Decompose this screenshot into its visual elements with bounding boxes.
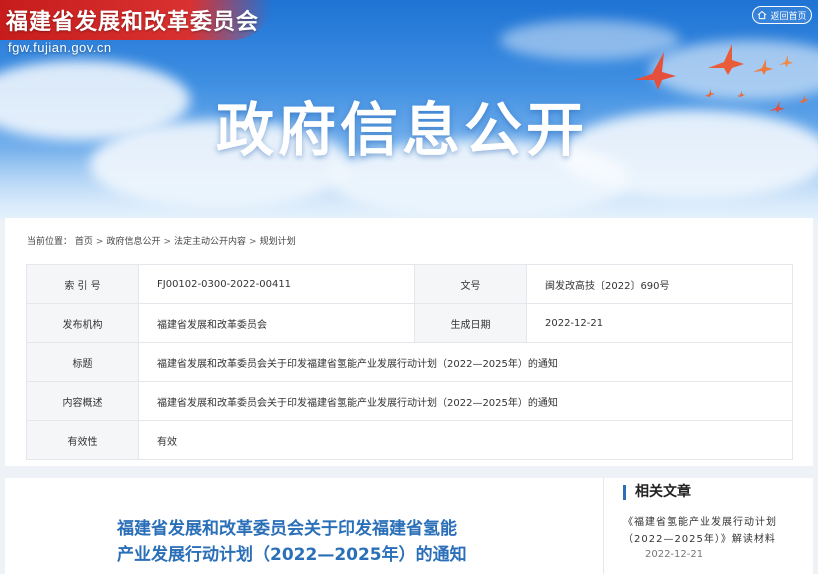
- index-value: FJ00102-0300-2022-00411: [138, 264, 415, 304]
- date-label: 生成日期: [414, 303, 527, 343]
- bird-icon: [779, 55, 793, 67]
- summary-label: 内容概述: [26, 381, 139, 421]
- doc-number-label: 文号: [414, 264, 527, 304]
- bird-icon: [708, 44, 744, 75]
- bird-icon: [634, 52, 676, 90]
- site-name: 福建省发展和改革委员会: [6, 9, 260, 35]
- site-domain: fgw.fujian.gov.cn: [8, 40, 112, 55]
- breadcrumb-label: 当前位置：: [27, 237, 73, 247]
- breadcrumb-separator: >: [249, 237, 257, 247]
- header-banner: 福建省发展和改革委员会 fgw.fujian.gov.cn 返回首页 政府信息公…: [0, 0, 818, 220]
- title-value: 福建省发展和改革委员会关于印发福建省氢能产业发展行动计划（2022—2025年）…: [138, 342, 793, 382]
- publisher-label: 发布机构: [26, 303, 139, 343]
- metadata-table: 索 引 号 FJ00102-0300-2022-00411 文号 闽发改高技〔2…: [26, 264, 793, 460]
- table-row: 有效性 有效: [26, 420, 793, 460]
- publisher-value: 福建省发展和改革委员会: [138, 303, 415, 343]
- title-label: 标题: [26, 342, 139, 382]
- table-row: 内容概述 福建省发展和改革委员会关于印发福建省氢能产业发展行动计划（2022—2…: [26, 381, 793, 421]
- bird-icon: [799, 95, 809, 103]
- date-value: 2022-12-21: [526, 303, 793, 343]
- table-row: 发布机构 福建省发展和改革委员会 生成日期 2022-12-21: [26, 303, 793, 343]
- summary-value: 福建省发展和改革委员会关于印发福建省氢能产业发展行动计划（2022—2025年）…: [138, 381, 793, 421]
- article-title-line: 福建省发展和改革委员会关于印发福建省氢能: [117, 519, 457, 539]
- bird-icon: [705, 89, 715, 97]
- validity-label: 有效性: [26, 420, 139, 460]
- site-logo[interactable]: 福建省发展和改革委员会 fgw.fujian.gov.cn: [0, 0, 276, 56]
- related-articles-heading: 相关文章: [623, 485, 691, 500]
- breadcrumb: 当前位置： 首页 > 政府信息公开 > 法定主动公开内容 > 规划计划: [27, 234, 296, 247]
- index-label: 索 引 号: [26, 264, 139, 304]
- breadcrumb-item-home[interactable]: 首页: [75, 237, 93, 247]
- validity-value: 有效: [138, 420, 793, 460]
- home-icon: [758, 10, 767, 20]
- info-card: 当前位置： 首页 > 政府信息公开 > 法定主动公开内容 > 规划计划 索 引 号 FJ00…: [5, 218, 813, 466]
- breadcrumb-item-public-info[interactable]: 政府信息公开: [106, 237, 160, 247]
- related-article-date: 2022-12-21: [645, 549, 704, 560]
- table-row: 索 引 号 FJ00102-0300-2022-00411 文号 闽发改高技〔2…: [26, 264, 793, 304]
- section-title: 政府信息公开: [216, 96, 589, 164]
- breadcrumb-item-planning[interactable]: 规划计划: [260, 237, 296, 247]
- article-title-line: 产业发展行动计划（2022—2025年）的通知: [117, 545, 467, 565]
- bird-icon: [769, 101, 785, 113]
- article-area: 福建省发展和改革委员会关于印发福建省氢能 产业发展行动计划（2022—2025年…: [5, 466, 813, 574]
- doc-number-value: 闽发改高技〔2022〕690号: [526, 264, 793, 304]
- related-article-link[interactable]: 《福建省氢能产业发展行动计划（2022—2025年）》解读材料: [623, 514, 803, 548]
- bird-icon: [753, 59, 773, 75]
- bird-icon: [737, 91, 745, 97]
- home-link-label: 返回首页: [770, 11, 807, 22]
- breadcrumb-separator: >: [95, 237, 104, 247]
- breadcrumb-item-statutory-content[interactable]: 法定主动公开内容: [174, 237, 246, 247]
- column-divider: [603, 478, 604, 574]
- home-link-button[interactable]: 返回首页: [752, 6, 812, 24]
- table-row: 标题 福建省发展和改革委员会关于印发福建省氢能产业发展行动计划（2022—202…: [26, 342, 793, 382]
- section-gap: [5, 466, 813, 478]
- breadcrumb-separator: >: [163, 237, 172, 247]
- article-title: 福建省发展和改革委员会关于印发福建省氢能 产业发展行动计划（2022—2025年…: [117, 516, 537, 568]
